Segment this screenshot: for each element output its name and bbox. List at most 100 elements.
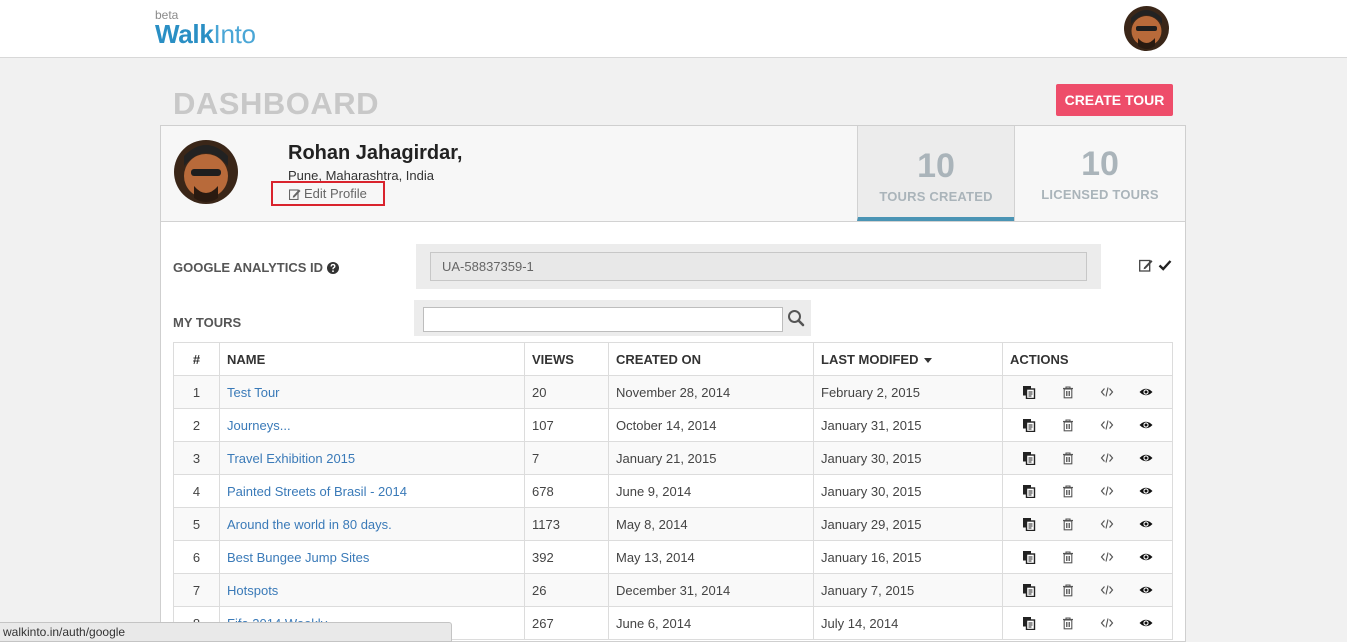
eye-icon[interactable]: [1139, 550, 1153, 564]
row-actions: [1010, 550, 1165, 565]
eye-icon[interactable]: [1139, 385, 1153, 399]
search-icon[interactable]: [787, 309, 805, 327]
code-icon[interactable]: [1100, 583, 1114, 597]
trash-icon[interactable]: [1061, 583, 1075, 597]
eye-icon[interactable]: [1139, 583, 1153, 597]
top-navbar: beta WalkInto: [0, 0, 1347, 58]
dashboard-card: Rohan Jahagirdar, Pune, Maharashtra, Ind…: [160, 125, 1186, 642]
tour-name-cell: Travel Exhibition 2015: [219, 441, 525, 475]
code-icon[interactable]: [1100, 517, 1114, 531]
edit-analytics-icon[interactable]: [1139, 258, 1153, 272]
tour-name-cell: Best Bungee Jump Sites: [219, 540, 525, 574]
copy-icon[interactable]: [1022, 550, 1036, 565]
copy-icon[interactable]: [1022, 418, 1036, 433]
my-tours-label: MY TOURS: [173, 315, 242, 330]
tour-search-input[interactable]: [423, 307, 783, 332]
trash-icon[interactable]: [1061, 418, 1075, 432]
row-actions: [1010, 583, 1165, 598]
code-icon[interactable]: [1100, 484, 1114, 498]
created-on-cell: November 28, 2014: [608, 375, 814, 409]
trash-icon[interactable]: [1061, 484, 1075, 498]
row-actions: [1010, 484, 1165, 499]
created-on-cell: June 6, 2014: [608, 606, 814, 640]
last-modified-cell: February 2, 2015: [813, 375, 1003, 409]
user-avatar[interactable]: [1124, 6, 1169, 51]
views-cell: 267: [524, 606, 609, 640]
tour-name-cell: Journeys...: [219, 408, 525, 442]
tour-search-wrap: [414, 300, 811, 336]
trash-icon[interactable]: [1061, 517, 1075, 531]
actions-cell: [1002, 573, 1173, 607]
trash-icon[interactable]: [1061, 385, 1075, 399]
page-title: DASHBOARD: [173, 86, 379, 121]
tour-name-link[interactable]: Best Bungee Jump Sites: [227, 550, 369, 565]
tour-name-link[interactable]: Test Tour: [227, 385, 280, 400]
tour-name-link[interactable]: Travel Exhibition 2015: [227, 451, 355, 466]
licensed-tours-stat[interactable]: 10 LICENSED TOURS: [1014, 126, 1185, 221]
logo-wordmark: WalkInto: [155, 19, 256, 49]
col-created-on[interactable]: CREATED ON: [608, 342, 814, 376]
created-on-cell: October 14, 2014: [608, 408, 814, 442]
row-number: 6: [173, 540, 220, 574]
eye-icon[interactable]: [1139, 418, 1153, 432]
created-on-cell: May 8, 2014: [608, 507, 814, 541]
row-number: 2: [173, 408, 220, 442]
tour-name-link[interactable]: Journeys...: [227, 418, 291, 433]
col-views[interactable]: VIEWS: [524, 342, 609, 376]
code-icon[interactable]: [1100, 616, 1114, 630]
copy-icon[interactable]: [1022, 583, 1036, 598]
actions-cell: [1002, 540, 1173, 574]
code-icon[interactable]: [1100, 451, 1114, 465]
edit-icon: [288, 189, 301, 201]
last-modified-cell: January 7, 2015: [813, 573, 1003, 607]
profile-name: Rohan Jahagirdar,: [288, 142, 463, 164]
code-icon[interactable]: [1100, 550, 1114, 564]
views-cell: 20: [524, 375, 609, 409]
table-header-row: # NAME VIEWS CREATED ON LAST MODIFED ACT…: [173, 342, 1173, 376]
trash-icon[interactable]: [1061, 550, 1075, 564]
profile-avatar: [174, 140, 238, 204]
views-cell: 26: [524, 573, 609, 607]
code-icon[interactable]: [1100, 418, 1114, 432]
copy-icon[interactable]: [1022, 451, 1036, 466]
copy-icon[interactable]: [1022, 484, 1036, 499]
copy-icon[interactable]: [1022, 616, 1036, 631]
tour-name-cell: Painted Streets of Brasil - 2014: [219, 474, 525, 508]
eye-icon[interactable]: [1139, 517, 1153, 531]
copy-icon[interactable]: [1022, 517, 1036, 532]
create-tour-button[interactable]: CREATE TOUR: [1056, 84, 1173, 116]
edit-profile-link[interactable]: Edit Profile: [271, 181, 385, 206]
actions-cell: [1002, 408, 1173, 442]
table-row: 1 Test Tour 20 November 28, 2014 February 2,…: [173, 375, 1173, 409]
tour-name-link[interactable]: Hotspots: [227, 583, 278, 598]
eye-icon[interactable]: [1139, 616, 1153, 630]
table-row: 3 Travel Exhibition 2015 7 January 21, 2015…: [173, 441, 1173, 475]
tour-name-link[interactable]: Painted Streets of Brasil - 2014: [227, 484, 407, 499]
save-analytics-icon[interactable]: [1158, 258, 1172, 272]
eye-icon[interactable]: [1139, 451, 1153, 465]
actions-cell: [1002, 606, 1173, 640]
copy-icon[interactable]: [1022, 385, 1036, 400]
trash-icon[interactable]: [1061, 616, 1075, 630]
sort-desc-icon: [923, 357, 932, 363]
row-actions: [1010, 517, 1165, 532]
row-number: 3: [173, 441, 220, 475]
tour-name-cell: Hotspots: [219, 573, 525, 607]
row-actions: [1010, 385, 1165, 400]
trash-icon[interactable]: [1061, 451, 1075, 465]
last-modified-cell: January 29, 2015: [813, 507, 1003, 541]
table-row: 2 Journeys... 107 October 14, 2014 January 3…: [173, 408, 1173, 442]
row-number: 7: [173, 573, 220, 607]
col-name[interactable]: NAME: [219, 342, 525, 376]
eye-icon[interactable]: [1139, 484, 1153, 498]
question-icon[interactable]: [326, 262, 339, 274]
tours-created-label: TOURS CREATED: [879, 189, 993, 204]
tours-created-stat[interactable]: 10 TOURS CREATED: [857, 126, 1014, 221]
licensed-tours-count: 10: [1081, 145, 1119, 183]
col-last-modified[interactable]: LAST MODIFED: [813, 342, 1003, 376]
tour-name-cell: Test Tour: [219, 375, 525, 409]
analytics-id-field[interactable]: UA-58837359-1: [430, 252, 1087, 281]
tour-name-link[interactable]: Around the world in 80 days.: [227, 517, 392, 532]
code-icon[interactable]: [1100, 385, 1114, 399]
last-modified-cell: January 31, 2015: [813, 408, 1003, 442]
